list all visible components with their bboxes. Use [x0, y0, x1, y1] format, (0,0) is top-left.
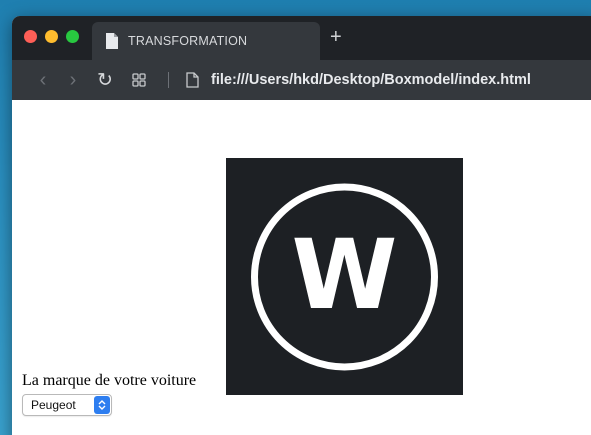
reload-icon[interactable]: ↻	[88, 69, 122, 92]
new-tab-button[interactable]: +	[330, 25, 342, 49]
minimize-window-button[interactable]	[45, 30, 58, 43]
tab-overview-icon[interactable]	[122, 73, 156, 87]
logo-letter: W	[292, 219, 398, 331]
window-controls	[24, 30, 79, 43]
tab-transformation[interactable]: TRANSFORMATION	[92, 22, 320, 60]
back-icon[interactable]: ‹	[28, 60, 58, 100]
tab-title: TRANSFORMATION	[128, 34, 248, 48]
forward-icon[interactable]: ›	[58, 60, 88, 100]
tab-bar: TRANSFORMATION +	[12, 16, 591, 60]
browser-toolbar: ‹ › ↻ file:///Users/hkd/Desktop/Boxmodel…	[12, 60, 591, 100]
page-icon	[181, 72, 203, 88]
page-content: W La marque de votre voiture Peugeot	[12, 100, 591, 435]
w-logo-icon: W	[251, 183, 438, 371]
car-brand-selected-value: Peugeot	[31, 398, 76, 412]
zoom-window-button[interactable]	[66, 30, 79, 43]
toolbar-separator	[168, 72, 169, 88]
w-logo-image: W	[226, 158, 463, 395]
close-window-button[interactable]	[24, 30, 37, 43]
car-brand-label: La marque de votre voiture	[22, 372, 197, 389]
car-brand-select[interactable]: Peugeot	[22, 394, 112, 416]
select-arrows-icon	[94, 396, 110, 414]
address-bar[interactable]: file:///Users/hkd/Desktop/Boxmodel/index…	[211, 72, 531, 88]
browser-window: TRANSFORMATION + ‹ › ↻ file:///Users/hkd…	[12, 16, 591, 435]
document-icon	[106, 33, 118, 49]
